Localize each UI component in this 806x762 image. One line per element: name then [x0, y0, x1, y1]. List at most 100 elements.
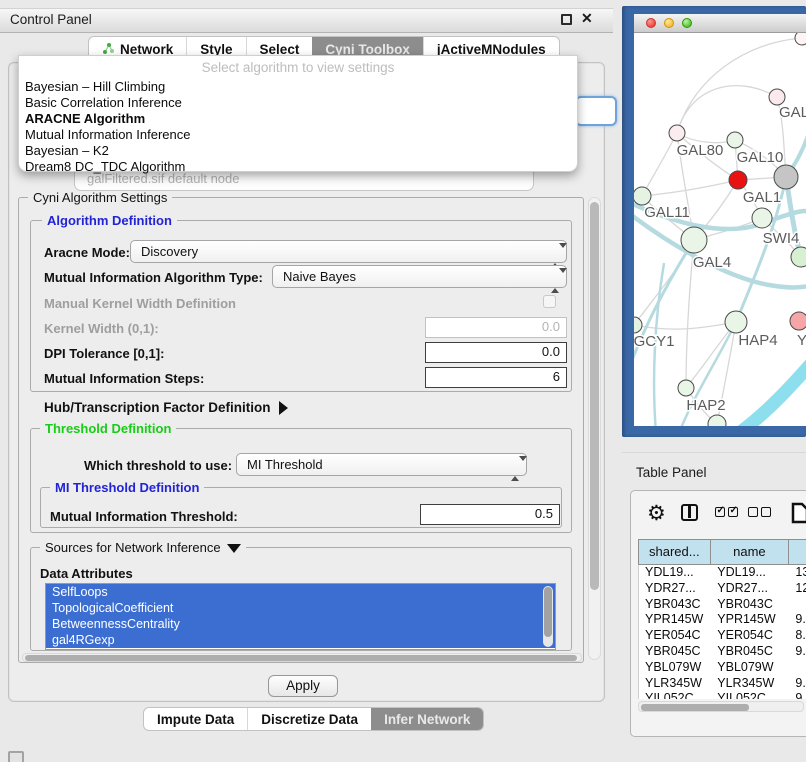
table-cell: 13 — [789, 565, 806, 581]
algorithm-option[interactable]: Bayesian – K2 — [21, 143, 575, 159]
algorithm-option[interactable]: Basic Correlation Inference — [21, 95, 575, 111]
mi-threshold-field[interactable]: 0.5 — [420, 504, 560, 525]
network-node-gal[interactable] — [769, 89, 785, 105]
network-node[interactable] — [708, 415, 726, 426]
node-label: GAL — [779, 104, 806, 121]
node-label: GAL10 — [737, 149, 784, 166]
mi-steps-field[interactable]: 6 — [425, 367, 567, 388]
network-node-swi4[interactable] — [752, 208, 772, 228]
table-column-header[interactable]: A — [789, 539, 806, 565]
algorithm-option[interactable]: Bayesian – Hill Climbing — [21, 79, 575, 95]
network-node-hap2[interactable] — [678, 380, 694, 396]
table-column-header[interactable]: shared... — [638, 539, 711, 565]
float-panel-icon[interactable] — [561, 14, 572, 25]
deselect-all-columns-icon[interactable] — [748, 507, 771, 517]
algorithm-option[interactable]: ARACNE Algorithm — [21, 111, 575, 127]
table-panel-toolbar: ⚙ — [631, 501, 806, 531]
network-node-y[interactable] — [790, 312, 806, 330]
which-threshold-value: MI Threshold — [247, 457, 323, 472]
node-label: GAL4 — [693, 254, 731, 271]
mi-type-combobox[interactable]: Naive Bayes — [272, 265, 567, 288]
network-canvas[interactable]: GAL80GALGAL10GAL1GAL11SWI4GAL4GCY1HAP4YH… — [634, 33, 806, 426]
algorithm-option[interactable]: Mutual Information Inference — [21, 127, 575, 143]
table-row[interactable]: YDR27...YDR27...12 — [639, 581, 806, 597]
table-hscrollbar[interactable] — [638, 701, 804, 712]
table-row[interactable]: YPR145WYPR145W9. — [639, 612, 806, 628]
network-node-gcy1[interactable] — [634, 317, 642, 333]
tab-discretize-data[interactable]: Discretize Data — [247, 708, 371, 730]
partial-bottom-icon[interactable] — [8, 751, 24, 762]
table-row[interactable]: YBL079WYBL079W — [639, 660, 806, 676]
unchecked-box-icon — [761, 507, 771, 517]
hub-section-label: Hub/Transcription Factor Definition — [44, 400, 271, 415]
table-cell: YBR043C — [711, 597, 789, 613]
tab-impute-data[interactable]: Impute Data — [144, 708, 247, 730]
network-window-titlebar[interactable] — [634, 14, 806, 33]
close-panel-icon[interactable]: ✕ — [581, 10, 593, 27]
table-hscrollbar-thumb[interactable] — [641, 704, 749, 711]
table-cell: YER054C — [711, 628, 789, 644]
table-cell: 8. — [789, 628, 806, 644]
network-node-gal1[interactable] — [729, 171, 747, 189]
table-cell: YIL052C — [639, 691, 711, 699]
apply-button[interactable]: Apply — [268, 675, 338, 697]
manual-kernel-checkbox[interactable] — [543, 295, 556, 308]
attribute-list-item[interactable]: TopologicalCoefficient — [46, 600, 555, 616]
table-row[interactable]: YER054CYER054C8. — [639, 628, 806, 644]
aracne-mode-combobox[interactable]: Discovery — [130, 240, 567, 263]
table-cell: 9. — [789, 612, 806, 628]
algorithm-option[interactable]: Dream8 DC_TDC Algorithm — [21, 159, 575, 175]
network-node[interactable] — [774, 165, 798, 189]
node-label: GAL80 — [677, 142, 724, 159]
attribute-list-item[interactable]: BetweennessCentrality — [46, 616, 555, 632]
table-cell: YDR27... — [711, 581, 789, 597]
split-columns-icon[interactable] — [681, 504, 698, 521]
network-node-gal10[interactable] — [727, 132, 743, 148]
manual-kernel-label: Manual Kernel Width Definition — [44, 296, 236, 311]
data-attributes-label: Data Attributes — [40, 566, 133, 581]
gear-icon[interactable]: ⚙ — [647, 501, 666, 526]
table-row[interactable]: YLR345WYLR345W9. — [639, 676, 806, 692]
settings-hscrollbar[interactable] — [22, 653, 582, 662]
which-threshold-combobox[interactable]: MI Threshold — [236, 453, 527, 476]
zoom-window-icon[interactable] — [682, 18, 692, 28]
table-cell — [789, 660, 806, 676]
collapsed-arrow-icon — [279, 401, 288, 415]
close-window-icon[interactable] — [646, 18, 656, 28]
network-node-hap4[interactable] — [725, 311, 747, 333]
tab-infer-network[interactable]: Infer Network — [371, 708, 483, 730]
table-panel: ⚙ shared...nameA YDL19...YDL19...13YDR27… — [630, 490, 806, 737]
data-attributes-listbox[interactable]: SelfLoopsTopologicalCoefficientBetweenne… — [45, 583, 556, 650]
table-column-header[interactable]: name — [711, 539, 790, 565]
network-node[interactable] — [791, 247, 806, 267]
settings-hscrollbar-thumb[interactable] — [25, 655, 577, 661]
settings-scrollbar-thumb[interactable] — [590, 202, 599, 590]
network-node-gal80[interactable] — [669, 125, 685, 141]
network-node-gal11[interactable] — [634, 187, 651, 205]
table-row[interactable]: YDL19...YDL19...13 — [639, 565, 806, 581]
minimize-window-icon[interactable] — [664, 18, 674, 28]
algorithm-definition-title: Algorithm Definition — [42, 213, 177, 228]
table-cell: YPR145W — [711, 612, 789, 628]
network-view-window: GAL80GALGAL10GAL1GAL11SWI4GAL4GCY1HAP4YH… — [634, 14, 806, 426]
listbox-scrollbar[interactable] — [543, 586, 553, 647]
table-cell: 12 — [789, 581, 806, 597]
network-node[interactable] — [795, 33, 806, 45]
control-panel-title: Control Panel — [10, 12, 92, 27]
table-row[interactable]: YBR045CYBR045C9. — [639, 644, 806, 660]
dpi-tolerance-field[interactable]: 0.0 — [425, 342, 567, 363]
table-row[interactable]: YBR043CYBR043C — [639, 597, 806, 613]
aracne-mode-value: Discovery — [141, 244, 198, 259]
listbox-scrollbar-thumb[interactable] — [544, 587, 552, 637]
network-node-gal4[interactable] — [681, 227, 707, 253]
table-cell: YBR043C — [639, 597, 711, 613]
sources-group-title[interactable]: Sources for Network Inference — [40, 540, 246, 555]
attribute-list-item[interactable]: gal4RGexp — [46, 632, 555, 648]
table-row[interactable]: YIL052CYIL052C9 — [639, 691, 806, 699]
partial-combobox-focused[interactable] — [575, 96, 617, 126]
document-icon[interactable] — [791, 502, 806, 529]
kernel-width-field[interactable]: 0.0 — [425, 317, 567, 338]
hub-section-toggle[interactable]: Hub/Transcription Factor Definition — [44, 400, 288, 415]
attribute-list-item[interactable]: SelfLoops — [46, 584, 555, 600]
select-all-columns-icon[interactable] — [715, 507, 738, 517]
